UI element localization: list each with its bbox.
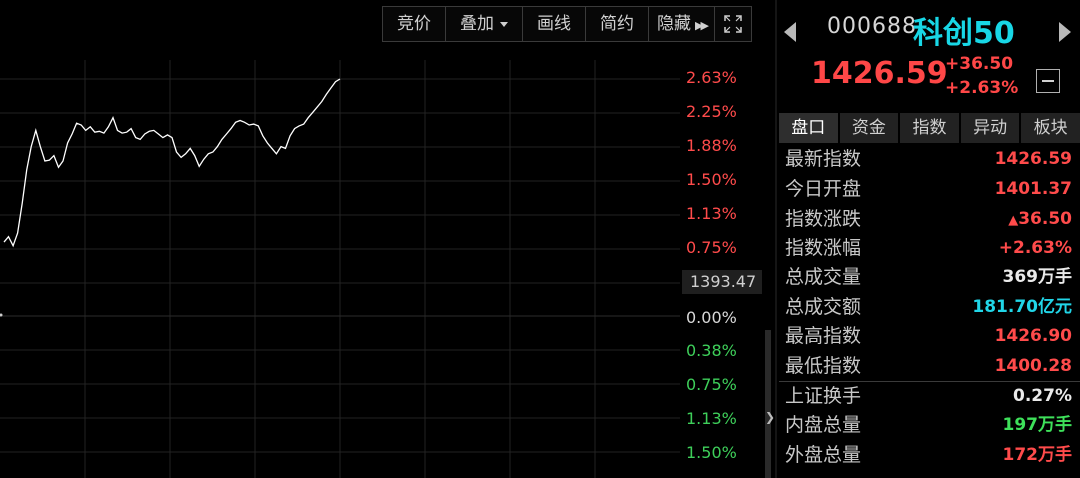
stat-value: 0.27% bbox=[1013, 386, 1072, 406]
simple-mode-button[interactable]: 简约 bbox=[586, 7, 649, 41]
stat-value: 1400.28 bbox=[994, 356, 1072, 376]
tab-orderbook[interactable]: 盘口 bbox=[779, 113, 838, 143]
price-change-pct: +2.63% bbox=[945, 78, 1019, 98]
stat-label: 今日开盘 bbox=[785, 178, 862, 200]
stat-value-wrap: ▲36.50 bbox=[1008, 205, 1072, 235]
quote-panel: 000688 科创50 1426.59 +36.50 +2.63% 盘口 资金 … bbox=[779, 0, 1080, 478]
stat-label: 指数涨跌 bbox=[785, 208, 862, 230]
chart-grid bbox=[0, 60, 680, 478]
axis-label-up-5: 0.75% bbox=[686, 238, 737, 257]
stat-value: 181.70 bbox=[972, 297, 1038, 317]
panel-divider bbox=[775, 0, 777, 478]
fullscreen-icon bbox=[724, 15, 742, 33]
axis-label-up-4: 1.13% bbox=[686, 204, 737, 223]
axis-label-up-0: 2.63% bbox=[686, 68, 737, 87]
stat-label: 最高指数 bbox=[785, 325, 862, 347]
stat-unit: 万手 bbox=[1038, 415, 1072, 435]
current-price-tag: 1393.47 bbox=[682, 270, 762, 294]
axis-label-up-2: 1.88% bbox=[686, 136, 737, 155]
axis-label-down-1: 0.75% bbox=[686, 375, 737, 394]
stat-row: 指数涨跌 ▲36.50 bbox=[779, 205, 1076, 234]
stat-value: 172 bbox=[1002, 445, 1039, 465]
collapse-button[interactable] bbox=[1036, 69, 1060, 93]
tab-funds[interactable]: 资金 bbox=[839, 113, 899, 143]
overlay-dropdown[interactable]: 叠加 bbox=[446, 7, 523, 41]
stat-row: 外盘总量 172万手 bbox=[779, 441, 1076, 470]
axis-label-down-0: 0.38% bbox=[686, 341, 737, 360]
axis-label-zero: 0.00% bbox=[686, 308, 737, 327]
stat-unit: 亿元 bbox=[1038, 297, 1072, 317]
panel-tabs: 盘口 资金 指数 异动 板块 bbox=[779, 113, 1080, 143]
collapse-grip-icon[interactable]: ❯ bbox=[765, 404, 775, 430]
stat-label: 内盘总量 bbox=[785, 414, 862, 436]
stat-label: 最低指数 bbox=[785, 355, 862, 377]
hide-panel-button[interactable]: 隐藏 ▶▶ bbox=[649, 7, 715, 41]
last-price: 1426.59 bbox=[811, 56, 948, 91]
up-triangle-icon: ▲ bbox=[1008, 213, 1019, 228]
previous-arrow-icon[interactable] bbox=[784, 22, 796, 42]
security-code: 000688 bbox=[827, 14, 917, 39]
stat-row: 今日开盘 1401.37 bbox=[779, 175, 1076, 204]
axis-label-up-3: 1.50% bbox=[686, 170, 737, 189]
stat-unit: 万手 bbox=[1038, 267, 1072, 287]
stat-label: 上证换手 bbox=[785, 385, 862, 407]
chart-toolbar: 竞价 叠加 画线 简约 隐藏 ▶▶ bbox=[382, 6, 752, 42]
stat-value: 36.50 bbox=[1018, 209, 1072, 229]
fast-forward-icon: ▶▶ bbox=[695, 19, 709, 32]
auction-button[interactable]: 竞价 bbox=[383, 7, 446, 41]
security-name: 科创50 bbox=[913, 16, 1015, 51]
stat-value: 369 bbox=[1002, 267, 1039, 287]
index-price-line bbox=[3, 78, 341, 248]
stat-row: 最新指数 1426.59 bbox=[779, 145, 1076, 174]
caret-down-icon bbox=[500, 21, 508, 27]
price-change: +36.50 bbox=[945, 54, 1014, 74]
stat-value: +2.63% bbox=[998, 238, 1072, 258]
stat-row: 总成交量 369万手 bbox=[779, 263, 1076, 292]
minus-icon bbox=[1042, 80, 1054, 82]
next-arrow-icon[interactable] bbox=[1059, 22, 1071, 42]
stat-value: 1426.90 bbox=[994, 326, 1072, 346]
tab-sector[interactable]: 板块 bbox=[1021, 113, 1080, 143]
stat-row: 总成交额 181.70亿元 bbox=[779, 293, 1076, 322]
stat-value-wrap: 369万手 bbox=[1003, 263, 1073, 292]
stat-value: 1401.37 bbox=[994, 179, 1072, 199]
stat-value-wrap: 172万手 bbox=[1003, 441, 1073, 470]
stat-value: 197 bbox=[1002, 415, 1039, 435]
axis-label-up-1: 2.25% bbox=[686, 102, 737, 121]
stat-label: 最新指数 bbox=[785, 148, 862, 170]
stat-row: 最高指数 1426.90 bbox=[779, 322, 1076, 351]
stat-row: 上证换手 0.27% bbox=[779, 382, 1076, 411]
tab-index[interactable]: 指数 bbox=[900, 113, 959, 143]
stat-label: 外盘总量 bbox=[785, 444, 862, 466]
stat-label: 总成交额 bbox=[785, 296, 862, 318]
stat-row: 内盘总量 197万手 bbox=[779, 411, 1076, 440]
stat-row: 最低指数 1400.28 bbox=[779, 352, 1076, 381]
tab-movement[interactable]: 异动 bbox=[960, 113, 1020, 143]
intraday-chart[interactable] bbox=[0, 0, 680, 478]
stat-row: 指数涨幅 +2.63% bbox=[779, 234, 1076, 263]
axis-label-down-2: 1.13% bbox=[686, 409, 737, 428]
draw-line-button[interactable]: 画线 bbox=[523, 7, 586, 41]
stat-value-wrap: 197万手 bbox=[1003, 411, 1073, 440]
stat-label: 指数涨幅 bbox=[785, 237, 862, 259]
stat-label: 总成交量 bbox=[785, 266, 862, 288]
fullscreen-button[interactable] bbox=[715, 7, 751, 41]
axis-label-down-3: 1.50% bbox=[686, 443, 737, 462]
stat-unit: 万手 bbox=[1038, 445, 1072, 465]
stat-value: 1426.59 bbox=[994, 149, 1072, 169]
stat-value-wrap: 181.70亿元 bbox=[972, 293, 1072, 322]
